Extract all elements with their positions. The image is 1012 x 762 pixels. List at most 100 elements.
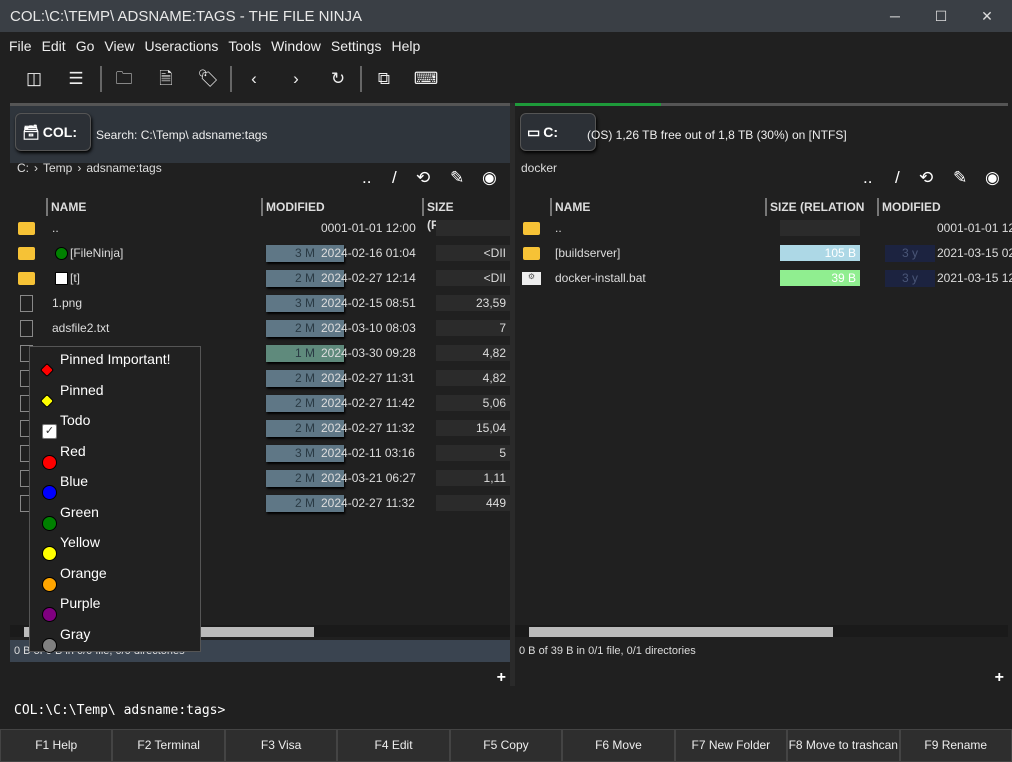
breadcrumb-item[interactable]: C: (17, 161, 29, 175)
tag-menu-item-orange[interactable]: Orange (30, 565, 200, 595)
add-tab-button[interactable]: + (497, 669, 506, 687)
scrollbar-thumb[interactable] (529, 627, 833, 637)
tag-menu-item-blue[interactable]: Blue (30, 473, 200, 503)
fkey-f7-button[interactable]: F7 New Folder (674, 729, 788, 762)
fkey-f4-button[interactable]: F4 Edit (337, 729, 450, 762)
history-icon[interactable]: ⟲ (919, 168, 933, 188)
menu-useractions[interactable]: Useractions (139, 34, 223, 58)
breadcrumb-item[interactable]: adsname:tags (86, 161, 161, 175)
menu-settings[interactable]: Settings (326, 34, 387, 58)
root-icon[interactable]: / (392, 168, 397, 188)
up-icon[interactable]: .. (863, 168, 872, 188)
horizontal-scrollbar[interactable] (515, 625, 1008, 637)
menu-go[interactable]: Go (71, 34, 100, 58)
add-tab-button[interactable]: + (995, 669, 1004, 687)
sidebar-button[interactable]: ◫ (20, 66, 48, 92)
minimize-button[interactable]: ─ (872, 0, 918, 32)
list-button[interactable]: ☰ (62, 66, 90, 92)
column-header[interactable]: SIZE (RELATION (765, 198, 864, 216)
circle-icon (42, 485, 57, 500)
file-icon (20, 295, 33, 312)
menu-tools[interactable]: Tools (223, 34, 266, 58)
new-folder-button[interactable]: 🗀 (110, 66, 138, 92)
tag-menu-item-green[interactable]: Green (30, 504, 200, 534)
modified-date: 2024-02-15 08:51 (321, 296, 416, 310)
modified-date: 2024-03-30 09:28 (321, 346, 416, 360)
tag-menu-item-red[interactable]: Red (30, 443, 200, 473)
size-bar: 39 B (780, 270, 860, 286)
pin-icon[interactable]: ✎ (953, 168, 967, 188)
terminal-icon: ⌨ (413, 69, 439, 88)
folder-icon (18, 222, 35, 235)
refresh-button[interactable]: ↻ (324, 66, 352, 92)
fkey-f1-button[interactable]: F1 Help (0, 729, 113, 762)
size-value: 4,82 (436, 345, 510, 361)
breadcrumb-item[interactable]: Temp (43, 161, 72, 175)
column-header[interactable]: MODIFIED (261, 198, 325, 216)
tag-menu-label: Gray (60, 625, 91, 642)
modified-date: 2021-03-15 02 (937, 246, 1012, 260)
fkey-f2-button[interactable]: F2 Terminal (112, 729, 225, 762)
table-row[interactable]: [FileNinja] 3 M 2024-02-16 01:04 <DII (10, 241, 510, 266)
table-row[interactable]: adsfile2.txt 2 M 2024-03-10 08:03 7 (10, 316, 510, 341)
pin-icon[interactable]: ✎ (450, 168, 464, 188)
drive-label: C: (543, 124, 559, 140)
menu-window[interactable]: Window (266, 34, 326, 58)
fkey-f5-button[interactable]: F5 Copy (449, 729, 563, 762)
fkey-f3-button[interactable]: F3 Visa (224, 729, 338, 762)
column-header[interactable]: NAME (550, 198, 590, 216)
tag-menu-item-gray[interactable]: Gray (30, 626, 200, 656)
drive-button[interactable]: 🗃 COL: (15, 113, 91, 151)
terminal-button[interactable]: ⌨ (412, 66, 440, 92)
command-line[interactable]: COL:\C:\Temp\ adsname:tags> (14, 703, 225, 718)
copy-window-button[interactable]: ⧉ (370, 66, 398, 92)
up-icon[interactable]: .. (362, 168, 371, 188)
column-header[interactable]: MODIFIED (877, 198, 941, 216)
column-header[interactable]: NAME (46, 198, 86, 216)
menu-file[interactable]: File (4, 34, 37, 58)
modified-date: 0001-01-01 12:00 (321, 221, 416, 235)
maximize-button[interactable]: ☐ (918, 0, 964, 32)
circle-icon (42, 607, 57, 622)
drive-button[interactable]: ▭ C: (520, 113, 596, 151)
tag-menu-item-todo[interactable]: ✓ Todo (30, 412, 200, 442)
table-row[interactable]: 1.png 3 M 2024-02-15 08:51 23,59 (10, 291, 510, 316)
modified-date: 2024-02-11 03:16 (321, 446, 415, 460)
new-file-button[interactable]: 🗎 (152, 66, 180, 92)
circle-icon (42, 576, 57, 592)
menu-view[interactable]: View (99, 34, 139, 58)
table-row[interactable]: .. 0001-01-01 12:00 (515, 216, 1012, 241)
eye-icon[interactable]: ◉ (482, 168, 497, 188)
close-button[interactable]: ✕ (964, 0, 1010, 32)
chevron-right-icon: › (34, 161, 38, 175)
fkey-f9-button[interactable]: F9 Rename (899, 729, 1012, 762)
back-button[interactable]: ‹ (240, 66, 268, 92)
menu-edit[interactable]: Edit (37, 34, 71, 58)
modified-date: 2024-02-16 01:04 (321, 246, 416, 260)
table-row[interactable]: [buildserver] 105 B 3 y 2021-03-15 02 (515, 241, 1012, 266)
circle-icon (42, 454, 57, 470)
menu-help[interactable]: Help (386, 34, 425, 58)
column-header[interactable]: SIZE (RELATION (422, 198, 510, 232)
fkey-f6-button[interactable]: F6 Move (562, 729, 675, 762)
tag-menu-item-pinned[interactable]: Pinned (30, 382, 200, 412)
tag-menu-item-pinned-important[interactable]: Pinned Important! (30, 351, 200, 381)
size-bar (780, 220, 860, 236)
file-name: .. (555, 221, 562, 235)
eye-icon[interactable]: ◉ (985, 168, 1000, 188)
breadcrumb-item[interactable]: docker (521, 161, 557, 175)
forward-button[interactable]: › (282, 66, 310, 92)
folder-icon (523, 222, 540, 235)
fkey-f8-button[interactable]: F8 Move to trashcan (787, 729, 900, 762)
tag-menu-item-yellow[interactable]: Yellow (30, 534, 200, 564)
history-icon[interactable]: ⟲ (416, 168, 430, 188)
table-row[interactable]: .. 0001-01-01 12:00 (10, 216, 510, 241)
free-space-bar (515, 103, 661, 106)
tag-button[interactable]: 🏷 (194, 66, 222, 92)
tag-icon (55, 272, 68, 285)
table-row[interactable]: ⚙ docker-install.bat 39 B 3 y 2021-03-15 12 (515, 266, 1012, 291)
table-row[interactable]: [t] 2 M 2024-02-27 12:14 <DII (10, 266, 510, 291)
root-icon[interactable]: / (895, 168, 900, 188)
tag-menu-item-purple[interactable]: Purple (30, 595, 200, 625)
modified-date: 2021-03-15 12 (937, 271, 1012, 285)
